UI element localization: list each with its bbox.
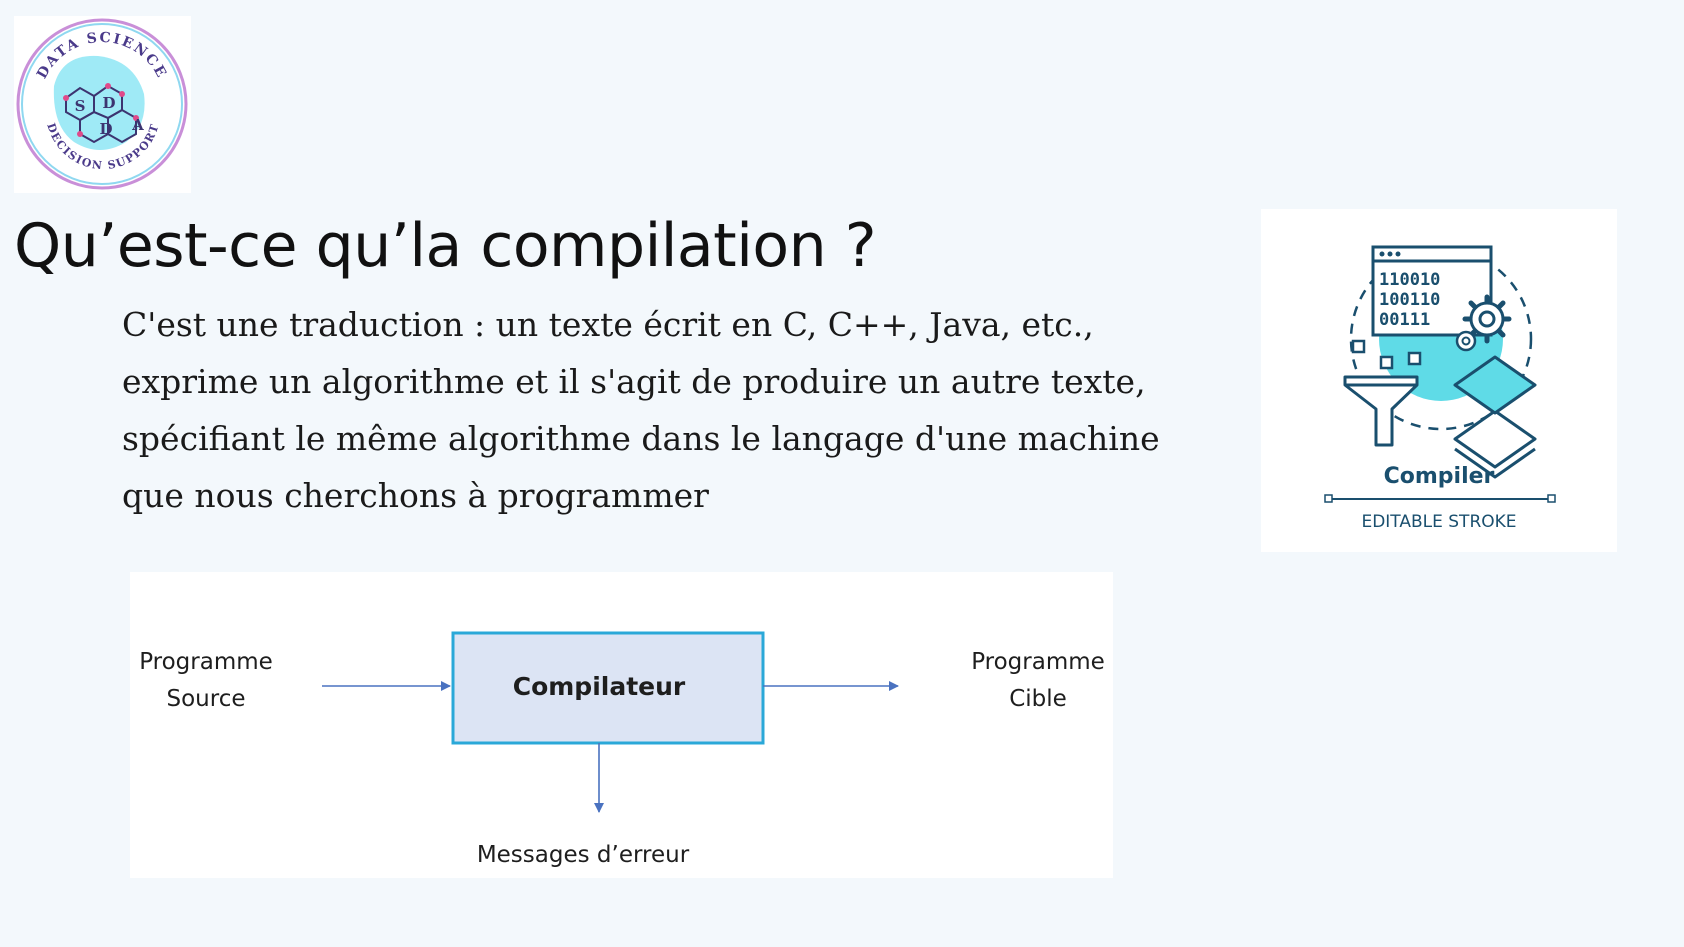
paragraph-line: que nous cherchons à programmer [122, 476, 709, 515]
brand-logo: DATA SCIENCE DECISION SUPPORT S D A D [14, 16, 191, 193]
paragraph-line: exprime un algorithme et il s'agit de pr… [122, 362, 1146, 401]
compiler-label: Compiler [1384, 464, 1495, 489]
target-label-line2: Cible [1009, 686, 1067, 712]
logo-letter-a: A [131, 116, 144, 134]
target-label-line1: Programme [971, 649, 1105, 675]
compiler-illustration: 110010 100110 00111 Compiler EDITABLE ST… [1261, 209, 1617, 552]
source-label-line2: Source [167, 686, 246, 712]
slide-paragraph: C'est une traduction : un texte écrit en… [122, 296, 1160, 524]
compiler-caption: EDITABLE STROKE [1361, 512, 1516, 532]
paragraph-line: C'est une traduction : un texte écrit en… [122, 305, 1094, 344]
layers-icon [1453, 355, 1537, 479]
paragraph-line: spécifiant le même algorithme dans le la… [122, 419, 1160, 458]
errors-label: Messages d’erreur [477, 842, 690, 868]
logo-letter-s: S [75, 97, 86, 115]
compilation-diagram: Programme Source Programme Cible Message… [130, 572, 1113, 878]
compiler-box-label: Compilateur [513, 672, 686, 701]
binary-line: 00111 [1379, 310, 1430, 330]
diagram-canvas: Programme Source Programme Cible Message… [139, 631, 1105, 868]
source-label-line1: Programme [139, 649, 273, 675]
binary-line: 110010 [1379, 270, 1440, 290]
slide-title: Qu’est-ce qu’la compilation ? [14, 211, 877, 281]
binary-line: 100110 [1379, 290, 1440, 310]
data-science-logo-icon: DATA SCIENCE DECISION SUPPORT S D A D [16, 18, 188, 190]
logo-letter-d1: D [102, 94, 115, 112]
funnel-icon [1343, 375, 1419, 447]
small-gear-icon [1455, 330, 1477, 352]
compiler-icon: 110010 100110 00111 Compiler EDITABLE ST… [1324, 245, 1556, 532]
logo-letter-d2: D [99, 120, 112, 138]
